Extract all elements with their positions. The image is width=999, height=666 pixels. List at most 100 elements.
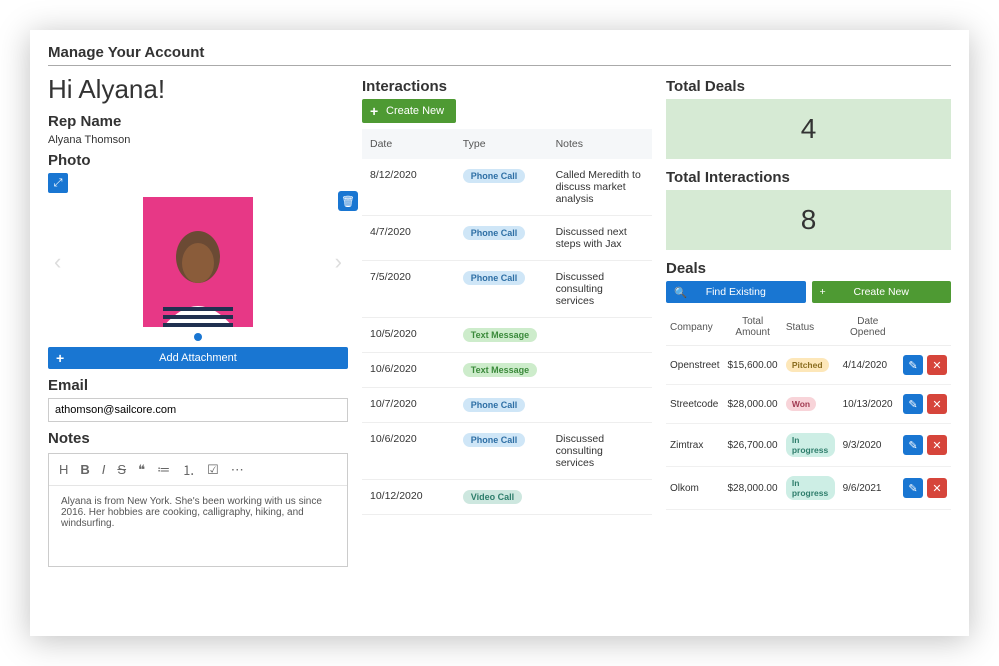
cell-company: Zimtrax bbox=[666, 424, 723, 467]
cell-date: 10/12/2020 bbox=[362, 480, 455, 515]
cell-amount: $15,600.00 bbox=[723, 346, 781, 385]
delete-button[interactable]: ✕ bbox=[927, 478, 947, 498]
status-badge: Won bbox=[786, 397, 816, 411]
page-title: Manage Your Account bbox=[48, 44, 951, 66]
table-row[interactable]: 7/5/2020Phone CallDiscussed consulting s… bbox=[362, 261, 652, 318]
table-row[interactable]: Zimtrax$26,700.00In progress9/3/2020✎✕ bbox=[666, 424, 951, 467]
find-existing-button[interactable]: 🔍 Find Existing bbox=[666, 281, 806, 303]
create-deal-button[interactable]: + Create New bbox=[812, 281, 952, 303]
type-pill: Video Call bbox=[463, 490, 522, 504]
cell-type: Video Call bbox=[455, 480, 548, 515]
edit-button[interactable]: ✎ bbox=[903, 355, 923, 375]
contact-photo bbox=[143, 197, 253, 327]
numbered-list-icon[interactable]: ⒈ bbox=[182, 460, 195, 479]
create-interaction-button[interactable]: + Create New bbox=[362, 99, 456, 123]
cell-status: In progress bbox=[782, 424, 839, 467]
cell-amount: $26,700.00 bbox=[723, 424, 781, 467]
notes-editor: H B I S ❝ ≔ ⒈ ☑ ⋯ Alyana is from New Yor… bbox=[48, 453, 348, 567]
cell-date: 10/5/2020 bbox=[362, 318, 455, 353]
col-date: Date Opened bbox=[839, 309, 897, 346]
carousel-indicator[interactable] bbox=[194, 333, 202, 341]
interactions-table: Date Type Notes 8/12/2020Phone CallCalle… bbox=[362, 129, 652, 515]
cell-type: Phone Call bbox=[455, 216, 548, 261]
notes-body[interactable]: Alyana is from New York. She's been work… bbox=[49, 486, 347, 566]
notes-label: Notes bbox=[48, 430, 348, 447]
bold-icon[interactable]: B bbox=[80, 462, 89, 477]
table-row[interactable]: Olkom$28,000.00In progress9/6/2021✎✕ bbox=[666, 467, 951, 510]
cell-status: In progress bbox=[782, 467, 839, 510]
table-row[interactable]: 4/7/2020Phone CallDiscussed next steps w… bbox=[362, 216, 652, 261]
col-notes: Notes bbox=[548, 129, 652, 159]
type-pill: Phone Call bbox=[463, 271, 526, 285]
bullet-list-icon[interactable]: ≔ bbox=[157, 462, 170, 478]
email-field[interactable] bbox=[48, 398, 348, 422]
cell-type: Phone Call bbox=[455, 261, 548, 318]
status-badge: In progress bbox=[786, 433, 835, 457]
table-row[interactable]: 10/6/2020Phone CallDiscussed consulting … bbox=[362, 423, 652, 480]
type-pill: Phone Call bbox=[463, 226, 526, 240]
table-row[interactable]: 10/6/2020Text Message bbox=[362, 353, 652, 388]
left-column: Hi Alyana! Rep Name Alyana Thomson Photo… bbox=[48, 74, 348, 567]
cell-date: 9/6/2021 bbox=[839, 467, 897, 510]
table-row[interactable]: 10/5/2020Text Message bbox=[362, 318, 652, 353]
cell-date: 10/13/2020 bbox=[839, 385, 897, 424]
col-status: Status bbox=[782, 309, 839, 346]
add-attachment-button[interactable]: + Add Attachment bbox=[48, 347, 348, 369]
carousel-next-icon[interactable]: › bbox=[335, 249, 342, 275]
delete-photo-icon[interactable]: 🗑 bbox=[338, 191, 358, 211]
notes-toolbar: H B I S ❝ ≔ ⒈ ☑ ⋯ bbox=[49, 454, 347, 486]
cell-notes: Discussed consulting services bbox=[548, 423, 652, 480]
cell-company: Streetcode bbox=[666, 385, 723, 424]
plus-icon: + bbox=[820, 286, 826, 298]
expand-photo-icon[interactable]: ⤢ bbox=[48, 173, 68, 193]
edit-button[interactable]: ✎ bbox=[903, 394, 923, 414]
cell-notes: Called Meredith to discuss market analys… bbox=[548, 159, 652, 216]
more-icon[interactable]: ⋯ bbox=[231, 462, 244, 478]
total-deals-label: Total Deals bbox=[666, 78, 951, 95]
table-row[interactable]: Openstreet$15,600.00Pitched4/14/2020✎✕ bbox=[666, 346, 951, 385]
plus-icon: + bbox=[370, 103, 378, 119]
type-pill: Text Message bbox=[463, 363, 537, 377]
cell-type: Text Message bbox=[455, 353, 548, 388]
cell-company: Openstreet bbox=[666, 346, 723, 385]
cell-date: 10/7/2020 bbox=[362, 388, 455, 423]
delete-button[interactable]: ✕ bbox=[927, 394, 947, 414]
italic-icon[interactable]: I bbox=[102, 462, 106, 477]
table-row[interactable]: 10/12/2020 Video Call bbox=[362, 480, 652, 515]
cell-amount: $28,000.00 bbox=[723, 385, 781, 424]
rep-name-value: Alyana Thomson bbox=[48, 134, 348, 146]
greeting: Hi Alyana! bbox=[48, 74, 348, 105]
col-type: Type bbox=[455, 129, 548, 159]
table-row[interactable]: 8/12/2020Phone CallCalled Meredith to di… bbox=[362, 159, 652, 216]
plus-icon: + bbox=[56, 350, 64, 366]
cell-notes bbox=[548, 318, 652, 353]
checklist-icon[interactable]: ☑ bbox=[207, 462, 219, 478]
photo-carousel: ‹ › 🗑 bbox=[48, 197, 348, 327]
deals-title: Deals bbox=[666, 260, 951, 277]
type-pill: Phone Call bbox=[463, 433, 526, 447]
carousel-prev-icon[interactable]: ‹ bbox=[54, 249, 61, 275]
edit-button[interactable]: ✎ bbox=[903, 435, 923, 455]
cell-date: 4/14/2020 bbox=[839, 346, 897, 385]
strike-icon[interactable]: S bbox=[117, 462, 126, 477]
right-column: Total Deals 4 Total Interactions 8 Deals… bbox=[666, 74, 951, 567]
edit-button[interactable]: ✎ bbox=[903, 478, 923, 498]
quote-icon[interactable]: ❝ bbox=[138, 462, 145, 478]
email-label: Email bbox=[48, 377, 348, 394]
cell-notes bbox=[548, 480, 652, 515]
cell-type: Phone Call bbox=[455, 423, 548, 480]
cell-notes bbox=[548, 388, 652, 423]
cell-type: Text Message bbox=[455, 318, 548, 353]
create-deal-label: Create New bbox=[854, 286, 909, 298]
col-amount: Total Amount bbox=[723, 309, 781, 346]
interactions-column: Interactions + Create New Date Type Note… bbox=[362, 74, 652, 567]
delete-button[interactable]: ✕ bbox=[927, 355, 947, 375]
cell-date: 8/12/2020 bbox=[362, 159, 455, 216]
table-row[interactable]: Streetcode$28,000.00 Won 10/13/2020 ✎✕ bbox=[666, 385, 951, 424]
rep-name-label: Rep Name bbox=[48, 113, 348, 130]
heading-icon[interactable]: H bbox=[59, 462, 68, 477]
type-pill: Phone Call bbox=[463, 398, 526, 412]
table-row[interactable]: 10/7/2020 Phone Call bbox=[362, 388, 652, 423]
total-deals-value: 4 bbox=[666, 99, 951, 159]
delete-button[interactable]: ✕ bbox=[927, 435, 947, 455]
